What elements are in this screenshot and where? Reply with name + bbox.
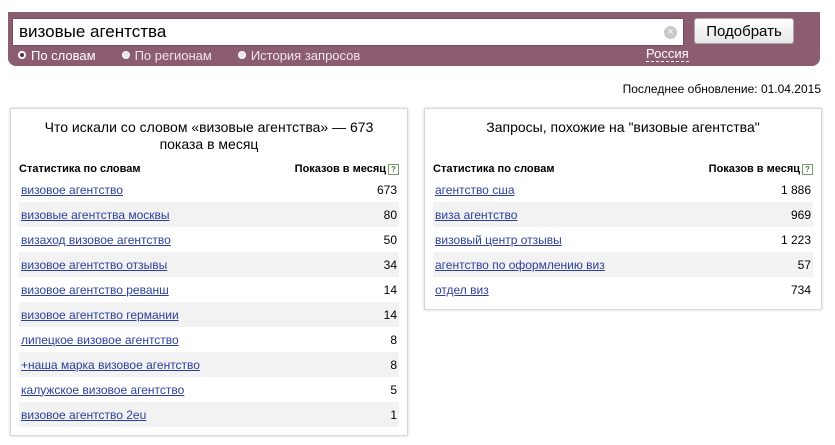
mode-label: По словам xyxy=(31,47,96,63)
phrase-link[interactable]: виза агентство xyxy=(435,208,517,222)
mode-label: По регионам xyxy=(134,47,212,63)
table-row: визовые агентства москвы 80 xyxy=(19,202,399,227)
table-row: визовое агентство 673 xyxy=(19,177,399,202)
column-header-words: Статистика по словам xyxy=(19,163,141,175)
search-mode-tabs: По словам По регионам История запросов xyxy=(18,47,386,63)
radio-icon[interactable] xyxy=(237,51,246,59)
show-count: 1 223 xyxy=(780,232,811,247)
table-row: визаход визовое агентство 50 xyxy=(19,227,399,252)
show-count: 14 xyxy=(383,307,397,322)
table-row: виза агентство 969 xyxy=(433,202,813,227)
phrase-link[interactable]: визовое агентство реванш xyxy=(21,283,169,297)
mode-label: История запросов xyxy=(250,47,361,63)
show-count: 673 xyxy=(376,182,397,197)
table-row: визовое агентство реванш 14 xyxy=(19,277,399,302)
words-panel: Что искали со словом «визовые агентства»… xyxy=(10,108,408,436)
panel-title: Что искали со словом «визовые агентства»… xyxy=(44,119,374,152)
table-header: Статистика по словам Показов в месяц? xyxy=(19,161,399,177)
help-icon[interactable]: ? xyxy=(388,163,399,175)
radio-icon[interactable] xyxy=(121,51,130,59)
table-row: визовое агентство отзывы 34 xyxy=(19,252,399,277)
table-row: визовое агентство германии 14 xyxy=(19,302,399,327)
table-row: визовый центр отзывы 1 223 xyxy=(433,227,813,252)
stats-table: Статистика по словам Показов в месяц? аг… xyxy=(433,161,813,302)
similar-queries-panel: Запросы, похожие на "визовые агентства" … xyxy=(424,108,822,310)
table-row: визовое агентство 2eu 1 xyxy=(19,402,399,427)
phrase-link[interactable]: визовое агентство xyxy=(21,183,123,197)
phrase-link[interactable]: визовое агентство германии xyxy=(21,308,179,322)
show-count: 57 xyxy=(797,257,811,272)
column-header-count: Показов в месяц? xyxy=(295,163,399,175)
show-count: 5 xyxy=(390,382,397,397)
phrase-link[interactable]: визовые агентства москвы xyxy=(21,208,170,222)
table-row: липецкое визовое агентство 8 xyxy=(19,327,399,352)
search-input[interactable] xyxy=(19,21,659,43)
phrase-link[interactable]: отдел виз xyxy=(435,283,489,297)
mode-by-words[interactable]: По словам xyxy=(18,48,96,63)
phrase-link[interactable]: визаход визовое агентство xyxy=(21,233,171,247)
show-count: 1 886 xyxy=(780,182,811,197)
phrase-link[interactable]: +наша марка визовое агентство xyxy=(21,358,200,372)
mode-history[interactable]: История запросов xyxy=(237,47,361,63)
panel-title: Запросы, похожие на "визовые агентства" xyxy=(486,119,760,135)
column-header-words: Статистика по словам xyxy=(433,163,555,175)
show-count: 34 xyxy=(383,257,397,272)
phrase-link[interactable]: калужское визовое агентство xyxy=(21,383,184,397)
table-row: агентство по оформлению виз 57 xyxy=(433,252,813,277)
show-count: 734 xyxy=(790,282,811,297)
table-row: калужское визовое агентство 5 xyxy=(19,377,399,402)
show-count: 1 xyxy=(390,407,397,422)
submit-button[interactable]: Подобрать xyxy=(694,18,794,44)
search-bar: × Подобрать По словам По регионам Истори… xyxy=(8,12,820,66)
stats-table: Статистика по словам Показов в месяц? ви… xyxy=(19,161,399,427)
show-count: 14 xyxy=(383,282,397,297)
table-row: +наша марка визовое агентство 8 xyxy=(19,352,399,377)
show-count: 8 xyxy=(390,357,397,372)
phrase-link[interactable]: агентство по оформлению виз xyxy=(435,258,605,272)
phrase-link[interactable]: визовое агентство 2eu xyxy=(21,408,146,422)
table-row: отдел виз 734 xyxy=(433,277,813,302)
last-update: Последнее обновление: 01.04.2015 xyxy=(622,82,821,96)
region-link[interactable]: Россия xyxy=(646,47,689,62)
clear-icon[interactable]: × xyxy=(664,26,677,39)
table-row: агентство сша 1 886 xyxy=(433,177,813,202)
mode-by-regions[interactable]: По регионам xyxy=(121,47,212,63)
phrase-link[interactable]: липецкое визовое агентство xyxy=(21,333,179,347)
phrase-link[interactable]: визовый центр отзывы xyxy=(435,233,562,247)
column-header-count: Показов в месяц? xyxy=(709,163,813,175)
table-header: Статистика по словам Показов в месяц? xyxy=(433,161,813,177)
search-field: × xyxy=(12,18,684,46)
phrase-link[interactable]: визовое агентство отзывы xyxy=(21,258,167,272)
radio-icon[interactable] xyxy=(18,51,26,59)
phrase-link[interactable]: агентство сша xyxy=(435,183,515,197)
show-count: 50 xyxy=(383,232,397,247)
help-icon[interactable]: ? xyxy=(802,163,813,175)
show-count: 8 xyxy=(390,332,397,347)
show-count: 969 xyxy=(790,207,811,222)
show-count: 80 xyxy=(383,207,397,222)
